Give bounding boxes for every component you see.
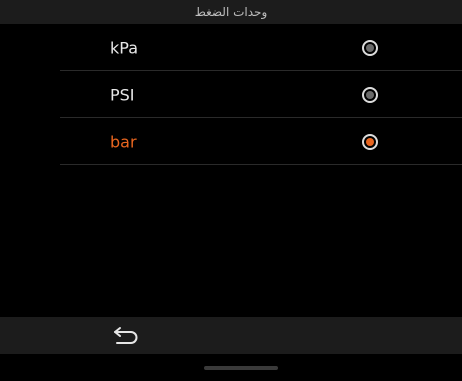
back-arrow-icon bbox=[114, 327, 138, 344]
unit-label: kPa bbox=[110, 38, 138, 57]
home-strip bbox=[0, 354, 462, 381]
units-list: kPa PSI bar bbox=[0, 24, 462, 165]
home-indicator[interactable] bbox=[204, 366, 278, 370]
title-bar: وحدات الضغط bbox=[0, 0, 462, 24]
unit-option-kpa[interactable]: kPa bbox=[0, 24, 462, 71]
back-button[interactable] bbox=[108, 323, 144, 349]
bottom-nav-bar bbox=[0, 317, 462, 354]
unit-option-bar[interactable]: bar bbox=[0, 118, 462, 165]
pressure-units-screen: وحدات الضغط kPa PSI bar bbox=[0, 0, 462, 381]
radio-button-selected[interactable] bbox=[362, 133, 378, 150]
unit-option-psi[interactable]: PSI bbox=[0, 71, 462, 118]
radio-dot bbox=[366, 43, 374, 52]
radio-button[interactable] bbox=[362, 39, 378, 56]
radio-button[interactable] bbox=[362, 86, 378, 103]
divider bbox=[60, 164, 462, 165]
unit-label: PSI bbox=[110, 85, 135, 104]
radio-dot bbox=[366, 137, 374, 146]
unit-label: bar bbox=[110, 132, 137, 151]
page-title: وحدات الضغط bbox=[194, 5, 268, 19]
radio-dot bbox=[366, 90, 374, 99]
